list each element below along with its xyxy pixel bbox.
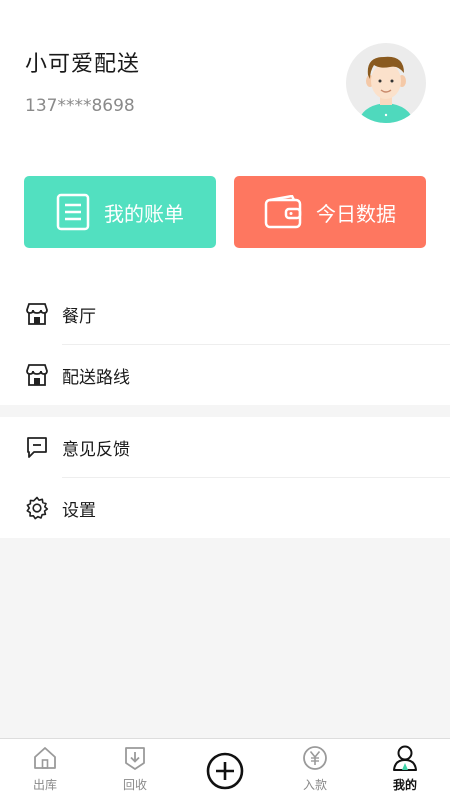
today-data-button[interactable]: 今日数据	[234, 176, 426, 248]
menu-item-restaurant[interactable]: 餐厅	[0, 284, 450, 344]
menu-label-restaurant: 餐厅	[62, 306, 96, 327]
menu-label-settings: 设置	[62, 500, 96, 521]
person-icon	[392, 744, 418, 772]
tab-deposit[interactable]: 入款	[270, 739, 360, 800]
menu-group-secondary: 意见反馈 设置	[0, 417, 450, 538]
storefront-icon	[25, 302, 49, 326]
tab-label: 我的	[392, 778, 417, 792]
menu-label-route: 配送路线	[62, 367, 130, 388]
document-icon	[56, 193, 90, 231]
tab-label: 出库	[32, 778, 57, 792]
menu-item-feedback[interactable]: 意见反馈	[0, 417, 450, 477]
profile-name: 小可爱配送	[25, 52, 141, 77]
menu-item-settings[interactable]: 设置	[0, 478, 450, 538]
gear-icon	[25, 496, 49, 520]
bottom-tab-bar: 出库 回收 入款 我的	[0, 738, 450, 800]
add-button[interactable]	[180, 739, 270, 800]
profile-section: 小可爱配送 137****8698 我的账单 今日数据 餐厅 配送路线	[0, 0, 450, 405]
menu-item-route[interactable]: 配送路线	[0, 345, 450, 405]
tab-outbound[interactable]: 出库	[0, 739, 90, 800]
my-bill-button[interactable]: 我的账单	[24, 176, 216, 248]
wallet-icon	[264, 195, 302, 229]
profile-phone: 137****8698	[25, 96, 135, 116]
storefront-icon	[25, 363, 49, 387]
avatar[interactable]	[346, 43, 426, 123]
today-data-label: 今日数据	[316, 201, 396, 226]
tab-mine[interactable]: 我的	[360, 739, 450, 800]
tab-label: 入款	[302, 778, 327, 792]
house-icon	[32, 744, 58, 772]
plus-circle-icon	[206, 752, 244, 800]
menu-label-feedback: 意见反馈	[62, 439, 130, 460]
yen-coin-icon	[302, 744, 328, 772]
feedback-icon	[25, 435, 49, 459]
my-bill-label: 我的账单	[104, 201, 184, 226]
tab-recycle[interactable]: 回收	[90, 739, 180, 800]
tab-label: 回收	[122, 778, 147, 792]
recycle-box-icon	[122, 744, 148, 772]
